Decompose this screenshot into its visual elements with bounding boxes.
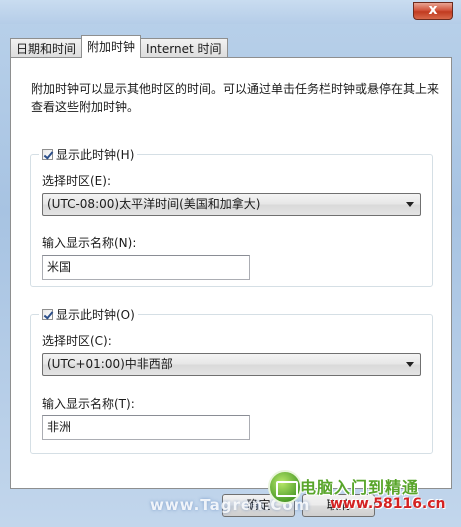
clock1-group: 显示此时钟(H) 选择时区(E): (UTC-08:00)太平洋时间(美国和加拿… xyxy=(30,146,433,287)
clock1-checkbox-row[interactable]: 显示此时钟(H) xyxy=(39,146,138,162)
clock2-timezone-value: (UTC+01:00)中非西部 xyxy=(47,357,173,371)
clock2-timezone-select[interactable]: (UTC+01:00)中非西部 xyxy=(42,353,421,376)
clock2-checkbox-row[interactable]: 显示此时钟(O) xyxy=(39,306,138,322)
clock1-name-input[interactable]: 米国 xyxy=(42,255,250,280)
clock1-timezone-select[interactable]: (UTC-08:00)太平洋时间(美国和加拿大) xyxy=(42,193,421,216)
tab-panel: 附加时钟可以显示其他时区的时间。可以通过单击任务栏时钟或悬停在其上来查看这些附加… xyxy=(10,57,452,489)
chevron-down-icon xyxy=(406,202,414,207)
tab-additional-clocks[interactable]: 附加时钟 xyxy=(81,35,142,58)
tab-date-time[interactable]: 日期和时间 xyxy=(10,38,83,58)
clock1-name-label: 输入显示名称(N): xyxy=(42,236,137,250)
close-icon: x xyxy=(428,2,438,18)
clock2-name-input[interactable]: 非洲 xyxy=(42,415,250,440)
close-button[interactable]: x xyxy=(413,2,453,20)
clock1-timezone-value: (UTC-08:00)太平洋时间(美国和加拿大) xyxy=(47,197,261,211)
tab-internet-time[interactable]: Internet 时间 xyxy=(140,38,228,58)
tab-strip: 日期和时间 附加时钟 Internet 时间 xyxy=(10,35,228,58)
clock2-checkbox-label: 显示此时钟(O) xyxy=(56,307,135,322)
watermark-title: 电脑入门到精通 xyxy=(300,478,420,497)
chevron-down-icon xyxy=(406,362,414,367)
clock2-group: 显示此时钟(O) 选择时区(C): (UTC+01:00)中非西部 输入显示名称… xyxy=(30,306,433,454)
watermark-url: www.58116.cn xyxy=(330,496,446,512)
clock1-timezone-label: 选择时区(E): xyxy=(42,174,111,188)
description-text: 附加时钟可以显示其他时区的时间。可以通过单击任务栏时钟或悬停在其上来查看这些附加… xyxy=(31,82,440,114)
clock1-checkbox[interactable] xyxy=(42,148,53,160)
clock2-checkbox[interactable] xyxy=(42,308,53,320)
dialog-window: x 日期和时间 附加时钟 Internet 时间 附加时钟可以显示其他时区的时间… xyxy=(0,0,461,527)
title-bar: x xyxy=(0,0,461,24)
clock2-timezone-label: 选择时区(C): xyxy=(42,334,112,348)
clock1-checkbox-label: 显示此时钟(H) xyxy=(56,147,135,162)
clock2-name-label: 输入显示名称(T): xyxy=(42,397,135,411)
computer-logo-icon xyxy=(268,470,302,504)
